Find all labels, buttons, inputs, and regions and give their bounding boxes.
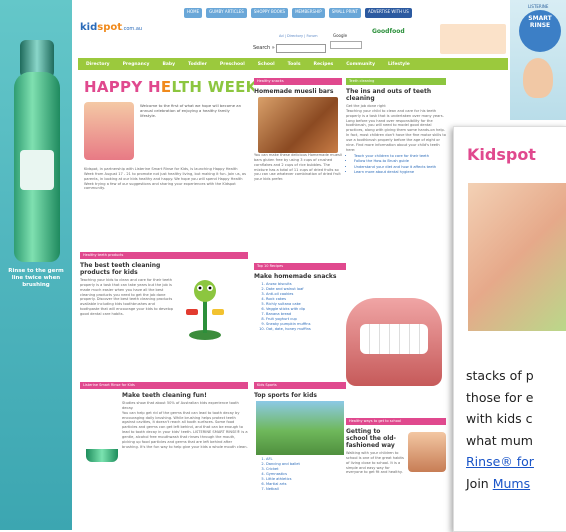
sports-photo[interactable] bbox=[256, 401, 344, 455]
listerine-title[interactable]: Make teeth cleaning fun! bbox=[122, 392, 248, 399]
hhw-body-text: Kidspot, in partnership with Listerine S… bbox=[84, 167, 246, 191]
kid-photo bbox=[523, 58, 553, 98]
teeth-header: Teeth cleaning bbox=[346, 78, 446, 85]
popup-join-prefix: Join bbox=[466, 475, 493, 491]
recipes-list: Anzac biscuits Date and walnut loaf Anti… bbox=[266, 282, 346, 332]
top-nav: HOME GUMBY ARTICLES SHOPPY BOOKS MEMBERS… bbox=[184, 8, 412, 18]
logo-kid: kid bbox=[80, 22, 98, 33]
welcome-text: Welcome to the first of what we hope wil… bbox=[140, 103, 241, 118]
sports-title[interactable]: Top sports for kids bbox=[254, 392, 346, 399]
teeth-photo bbox=[346, 298, 442, 386]
menu-school[interactable]: School bbox=[258, 62, 275, 67]
hhw-part-3: LTH WEEK bbox=[171, 78, 258, 96]
school-title[interactable]: Getting to school the old-fashioned way bbox=[346, 428, 404, 449]
popup-photo bbox=[468, 183, 566, 331]
teeth-title[interactable]: The ins and outs of teeth cleaning bbox=[346, 88, 446, 102]
muesli-header: Healthy snacks bbox=[254, 78, 342, 85]
listerine-sub: Studies show that about 50% of Australia… bbox=[122, 401, 239, 410]
sports-header: Kids Sports bbox=[254, 382, 346, 389]
top-nav-articles[interactable]: GUMBY ARTICLES bbox=[206, 8, 247, 18]
muesli-bars-image[interactable] bbox=[258, 97, 338, 153]
toothbrush-toy-image bbox=[186, 280, 224, 340]
popup-line: those for e bbox=[466, 389, 534, 405]
popup-title: Kidspot bbox=[467, 145, 536, 164]
left-ad-banner[interactable]: Rinse to the germ line twice when brushi… bbox=[0, 0, 72, 530]
top-nav-home[interactable]: HOME bbox=[184, 8, 203, 18]
smart-rinse-badge: SMART RINSE bbox=[519, 10, 561, 52]
kidspot-logo[interactable]: kidspot.com.au bbox=[80, 22, 142, 33]
teeth-link[interactable]: Understand your diet and how it affects … bbox=[354, 165, 446, 170]
top-nav-shop[interactable]: SHOPPY BOOKS bbox=[250, 8, 289, 18]
top-nav-small-print[interactable]: SMALL PRINT bbox=[328, 8, 361, 18]
listerine-section: Listerine Smart Rinse for Kids Make teet… bbox=[80, 382, 248, 450]
goodfood-logo[interactable]: Goodfood bbox=[372, 28, 430, 52]
listerine-body: You can help get rid of the germs that c… bbox=[122, 410, 248, 449]
popup-line: with kids c bbox=[466, 411, 533, 426]
products-title[interactable]: The best teeth cleaning products for kid… bbox=[80, 262, 174, 276]
menu-baby[interactable]: Baby bbox=[162, 62, 175, 67]
menu-lifestyle[interactable]: Lifestyle bbox=[388, 62, 410, 67]
listerine-header: Listerine Smart Rinse for Kids bbox=[80, 382, 248, 389]
products-body: Teaching your kids to clean and care for… bbox=[80, 278, 174, 316]
search-input[interactable] bbox=[276, 44, 326, 53]
happy-health-week-title: HAPPY HELTH WEEK bbox=[84, 78, 258, 96]
bottle-label bbox=[20, 150, 54, 190]
menu-preschool[interactable]: Preschool bbox=[220, 62, 245, 67]
main-menu: Directory Pregnancy Baby Toddler Prescho… bbox=[78, 58, 508, 70]
right-ad-brand-small: LISTERINE bbox=[528, 4, 549, 9]
sports-section: Kids Sports Top sports for kids AFL Danc… bbox=[254, 382, 346, 493]
teeth-links: Teach your children to care for their te… bbox=[354, 154, 446, 174]
top-nav-membership[interactable]: MEMBERSHIP bbox=[292, 8, 325, 18]
google-label: Google bbox=[333, 33, 348, 38]
popup-text: stacks of p those for e with kids c what… bbox=[466, 365, 534, 494]
popup-join-line: Join Mums bbox=[466, 473, 534, 495]
kidspot-popup-panel[interactable]: Kidspot stacks of p those for e with kid… bbox=[453, 126, 566, 532]
left-ad-text: Rinse to the germ line twice when brushi… bbox=[8, 268, 64, 288]
recipes-title[interactable]: Make homemade snacks bbox=[254, 273, 346, 280]
google-search-input[interactable] bbox=[330, 41, 362, 49]
recipes-header: Top 10 Recipes bbox=[254, 263, 346, 270]
teeth-body: Teaching your child to clean and care fo… bbox=[346, 108, 446, 152]
menu-pregnancy[interactable]: Pregnancy bbox=[123, 62, 150, 67]
logo-spot: spot bbox=[97, 22, 123, 33]
muesli-body: You can make these delicious Homemade mu… bbox=[254, 153, 342, 182]
school-body: Walking with your children to school is … bbox=[346, 451, 404, 475]
recipes-section: Top 10 Recipes Make homemade snacks Anza… bbox=[254, 263, 346, 333]
muesli-title[interactable]: Homemade muesli bars bbox=[254, 88, 342, 95]
muesli-section: Healthy snacks Homemade muesli bars You … bbox=[254, 78, 342, 258]
menu-toddler[interactable]: Toddler bbox=[188, 62, 207, 67]
school-photo bbox=[408, 432, 446, 472]
popup-join-link[interactable]: Mums bbox=[493, 476, 530, 491]
header-links[interactable]: Ad | Directory | Forum bbox=[279, 34, 318, 38]
kids-brushing-photo bbox=[84, 102, 134, 160]
popup-line: stacks of p bbox=[466, 368, 534, 383]
hhw-part-1: HAPPY H bbox=[84, 78, 161, 96]
search-label: Search » bbox=[253, 45, 275, 51]
menu-directory[interactable]: Directory bbox=[86, 62, 110, 67]
menu-tools[interactable]: Tools bbox=[288, 62, 301, 67]
top-nav-advertise[interactable]: ADVERTISE WITH US bbox=[364, 8, 412, 18]
popup-line: what mum bbox=[466, 432, 533, 448]
header-ad-image[interactable] bbox=[440, 24, 506, 54]
sport-item[interactable]: Netball bbox=[266, 487, 346, 492]
hhw-part-2: E bbox=[160, 78, 172, 96]
popup-link[interactable]: Rinse® for bbox=[466, 451, 534, 473]
products-header: Healthy teeth products bbox=[80, 252, 248, 259]
teeth-link[interactable]: Learn more about dental hygiene bbox=[354, 170, 446, 175]
menu-recipes[interactable]: Recipes bbox=[314, 62, 334, 67]
sports-list: AFL Dancing and ballet Cricket Gymnastic… bbox=[266, 457, 346, 492]
menu-community[interactable]: Community bbox=[346, 62, 375, 67]
recipe-item[interactable]: Oat, date, honey muffins bbox=[266, 327, 346, 332]
school-header: Healthy ways to get to school bbox=[346, 418, 446, 425]
logo-tld: .com.au bbox=[122, 26, 143, 32]
